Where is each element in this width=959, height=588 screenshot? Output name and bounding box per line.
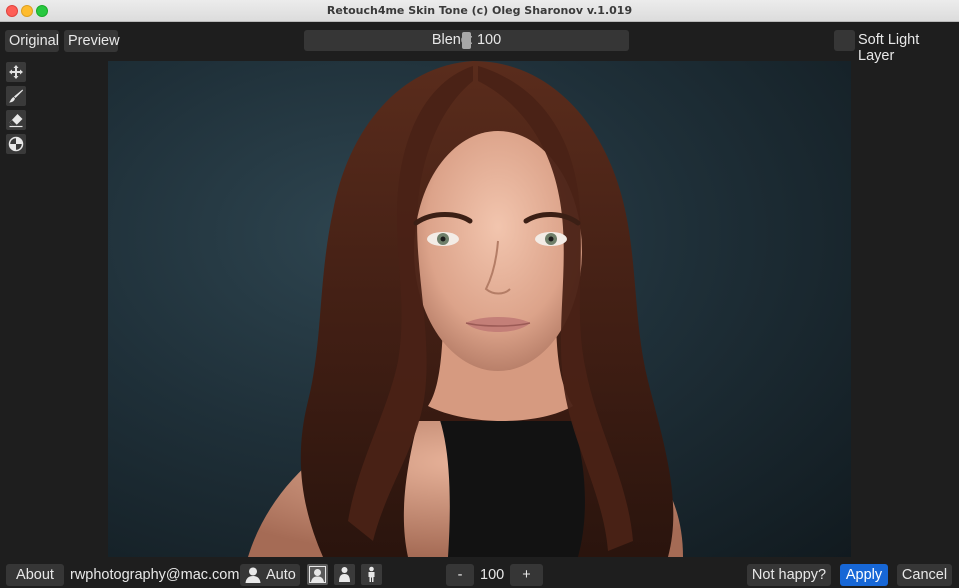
half-body-mode-button[interactable]: [334, 564, 355, 585]
increase-amount-button[interactable]: +: [510, 564, 543, 586]
auto-label: Auto: [266, 567, 296, 583]
full-body-icon: [368, 566, 375, 582]
not-happy-button[interactable]: Not happy?: [747, 564, 831, 586]
cancel-button[interactable]: Cancel: [897, 564, 952, 586]
soft-light-layer-checkbox[interactable]: [834, 30, 855, 51]
brush-tool-button[interactable]: [6, 86, 26, 106]
original-button[interactable]: Original: [5, 30, 59, 52]
person-icon: [245, 567, 261, 583]
apply-button[interactable]: Apply: [840, 564, 888, 586]
portrait-image: [248, 61, 683, 557]
title-bar: Retouch4me Skin Tone (c) Oleg Sharonov v…: [0, 0, 959, 22]
auto-button[interactable]: Auto: [240, 564, 300, 586]
full-body-mode-button[interactable]: [361, 564, 382, 585]
about-button[interactable]: About: [6, 564, 64, 586]
decrease-amount-button[interactable]: -: [446, 564, 474, 586]
color-picker-icon: [8, 136, 24, 152]
soft-light-layer-label[interactable]: Soft Light Layer: [858, 32, 959, 64]
move-icon: [9, 65, 23, 79]
move-tool-button[interactable]: [6, 62, 26, 82]
face-mode-button[interactable]: [307, 564, 328, 585]
preview-button[interactable]: Preview: [64, 30, 120, 52]
amount-value: 100: [480, 567, 505, 583]
portrait-icon: [309, 566, 326, 583]
window-title: Retouch4me Skin Tone (c) Oleg Sharonov v…: [326, 4, 633, 17]
eraser-icon: [9, 114, 23, 128]
color-picker-tool-button[interactable]: [6, 134, 26, 154]
user-email: rwphotography@mac.com: [70, 567, 240, 583]
photo-preview[interactable]: [108, 61, 851, 557]
blend-slider-handle[interactable]: [462, 32, 471, 49]
brush-icon: [9, 89, 23, 103]
top-toolbar: Original Preview Blend: 100 Soft Light L…: [0, 22, 959, 64]
blend-slider[interactable]: Blend: 100: [304, 30, 629, 51]
eraser-tool-button[interactable]: [6, 110, 26, 130]
bottom-toolbar: About rwphotography@mac.com Auto - 100 +…: [0, 559, 959, 588]
half-body-icon: [339, 567, 350, 582]
